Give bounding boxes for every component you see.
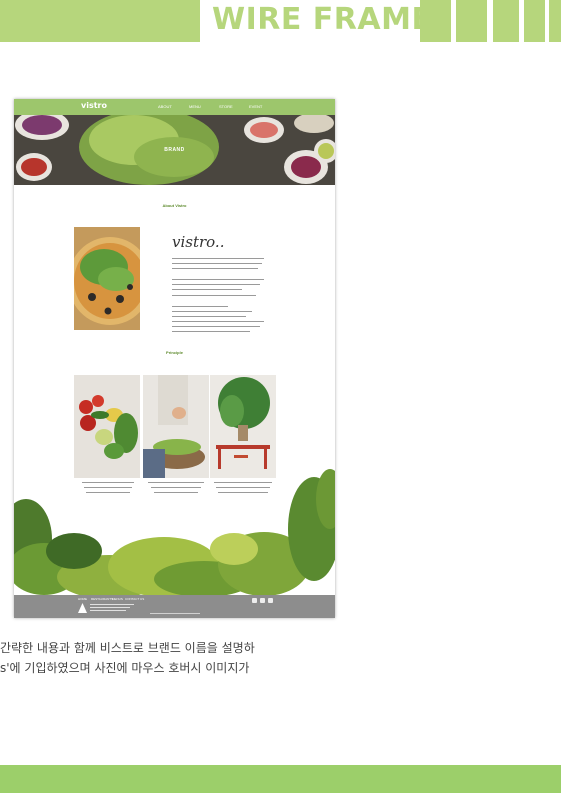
nav-item-menu[interactable]: MENU [189,104,201,109]
text-line [172,331,250,333]
footer-text-line [90,604,134,606]
header-stripe-4 [524,0,545,42]
mockup-nav-bar: vistro ABOUT MENU STORE EVENT [14,99,335,115]
header-stripe-3 [493,0,519,42]
principle-section-title: Principle [166,350,183,355]
text-line [172,306,228,308]
footer-link-contact[interactable]: CONTACT US [125,597,144,601]
social-icon-3[interactable] [268,598,273,603]
pizza-image-graphic [74,227,140,330]
nav-item-event[interactable]: EVENT [249,104,262,109]
hero-brand-label: BRAND [164,147,185,153]
greenery-illustration [14,469,335,595]
description-line-2: s'에 기입하였으며 사진에 마우스 호버시 이미지가 [0,661,250,675]
copyright-line [150,613,200,615]
text-line [172,284,260,286]
website-mockup: vistro ABOUT MENU STORE EVENT BRAND Abou… [14,99,335,618]
header-bar-left [0,0,200,42]
description-line-1: 간략한 내용과 함께 비스트로 브랜드 이름을 설명하 [0,641,255,655]
social-icon-2[interactable] [260,598,265,603]
footer-text-line [90,610,126,612]
text-line [172,311,252,313]
header-stripe-1 [420,0,451,42]
social-icon-1[interactable] [252,598,257,603]
text-line [172,279,264,281]
text-line [172,316,246,318]
text-line [172,258,264,260]
footer-text-line [90,607,130,609]
brand-script-title: vistro.. [172,233,225,251]
nav-item-store[interactable]: STORE [219,104,233,109]
footer-link-menus[interactable]: MENUS [112,597,123,601]
footer-link-restaurants[interactable]: RESTAURANTS [91,597,113,601]
text-line [172,326,260,328]
mockup-footer: HOME RESTAURANTS MENUS CONTACT US [14,595,335,618]
header-stripe-2 [456,0,487,42]
page-title: WIRE FRAME [212,2,433,37]
footer-link-home[interactable]: HOME [78,597,87,601]
footer-bar [0,765,561,793]
hero-banner: BRAND [14,115,335,185]
mockup-logo[interactable]: vistro [81,101,107,110]
pizza-image[interactable] [74,227,140,330]
text-line [172,321,264,323]
text-line [172,295,256,297]
nav-item-about[interactable]: ABOUT [158,104,172,109]
text-line [172,268,258,270]
header-stripe-5 [549,0,561,42]
text-line [172,263,262,265]
about-section-title: About Vistro [162,203,187,208]
footer-logo-icon [78,603,87,613]
text-line [172,289,242,291]
